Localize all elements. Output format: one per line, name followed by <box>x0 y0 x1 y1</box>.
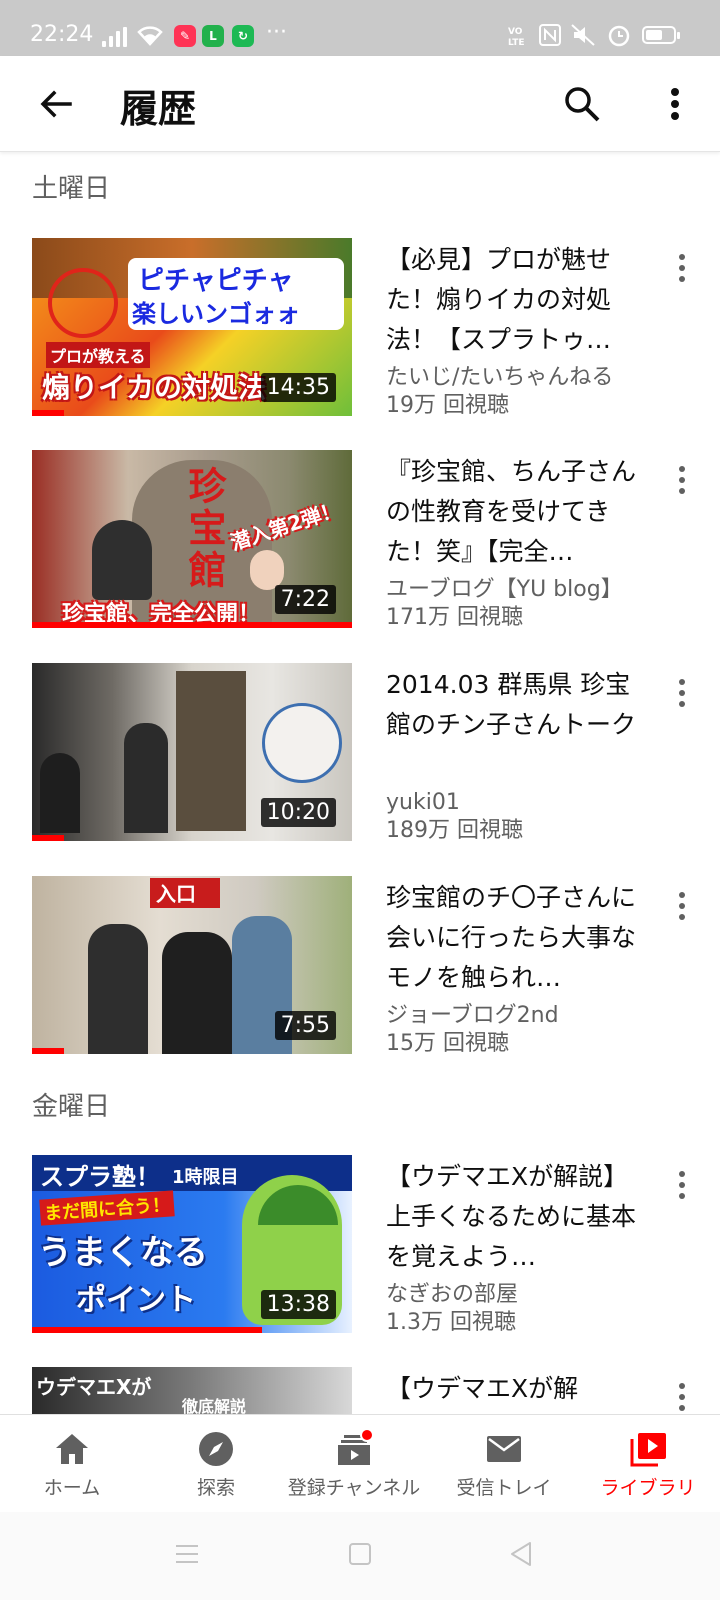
video-title[interactable]: 【ウデマエXが解 <box>386 1369 648 1409</box>
alarm-icon <box>608 25 630 47</box>
video-channel: ジョーブログ2nd <box>386 1003 559 1028</box>
video-duration: 7:55 <box>274 1011 336 1040</box>
video-title[interactable]: 【ウデマエXが解説】上手くなるために基本を覚えよう… <box>386 1157 648 1277</box>
video-title[interactable]: 2014.03 群馬県 珍宝館のチン子さんトーク <box>386 665 648 745</box>
system-navigation-bar <box>0 1512 720 1600</box>
thumb-caption: 徹底解説 <box>182 1397 247 1414</box>
video-views: 1.3万 回視聴 <box>386 1310 516 1335</box>
video-views: 15万 回視聴 <box>386 1031 509 1056</box>
section-header-friday: 金曜日 <box>32 1092 111 1122</box>
nav-label: ホーム <box>43 1477 101 1499</box>
thumb-caption: まだ間に合う！ <box>39 1190 175 1226</box>
explore-icon <box>199 1432 233 1466</box>
volte-icon: VO LTE <box>508 27 525 48</box>
video-views: 189万 回視聴 <box>386 818 523 843</box>
video-views: 171万 回視聴 <box>386 605 523 630</box>
thumb-caption: 1時限目 <box>172 1167 239 1188</box>
thumb-caption: 珍宝館 <box>182 466 226 592</box>
library-icon <box>630 1433 666 1467</box>
subscriptions-icon <box>338 1429 374 1465</box>
search-icon[interactable] <box>562 84 602 124</box>
wifi-icon <box>137 26 163 46</box>
recents-menu-icon[interactable] <box>174 1542 200 1566</box>
nav-label: 受信トレイ <box>456 1477 552 1499</box>
watch-progress-bar <box>32 1327 263 1333</box>
nfc-icon <box>539 24 561 46</box>
watch-progress-bar <box>32 835 64 841</box>
thumb-caption: うまくなる <box>38 1233 208 1273</box>
video-more-icon[interactable] <box>672 254 692 284</box>
svg-text:VO: VO <box>508 27 523 37</box>
video-channel: たいじ/たいちゃんねる <box>386 365 614 390</box>
app-notification-icon: ✎ <box>174 25 196 47</box>
sync-app-icon: ↻ <box>232 25 254 47</box>
thumb-caption: スプラ塾！ <box>40 1163 160 1191</box>
signal-icon <box>102 25 132 47</box>
inbox-icon <box>487 1436 521 1462</box>
video-thumbnail[interactable]: 珍宝館 潜入第2弾！ 珍宝館、完全公開！ 7:22 <box>32 450 352 628</box>
watch-progress-bar <box>32 622 352 628</box>
video-item[interactable]: スプラ塾！ 1時限目 まだ間に合う！ うまくなる ポイント 13:38 【ウデマ… <box>0 1155 720 1335</box>
section-header-saturday: 土曜日 <box>32 174 111 204</box>
nav-label: 登録チャンネル <box>287 1477 421 1499</box>
nav-library[interactable]: ライブラリ <box>576 1415 720 1513</box>
video-thumbnail[interactable]: ピチャピチャ 楽しいンゴォォ プロが教える 煽りイカの対処法 14:35 <box>32 238 352 416</box>
video-duration: 14:35 <box>260 373 336 402</box>
video-thumbnail[interactable]: スプラ塾！ 1時限目 まだ間に合う！ うまくなる ポイント 13:38 <box>32 1155 352 1333</box>
svg-text:LTE: LTE <box>508 38 525 48</box>
back-button-icon[interactable] <box>508 1540 534 1568</box>
video-more-icon[interactable] <box>672 679 692 709</box>
video-thumbnail[interactable]: 入口 7:55 <box>32 876 352 1054</box>
bottom-navigation: ホーム 探索 登録チャンネル 受信トレイ ライブラリ <box>0 1414 720 1512</box>
more-options-icon[interactable] <box>660 84 690 124</box>
app-header: 履歴 <box>0 56 720 152</box>
video-channel: ユーブログ【YU blog】 <box>386 577 623 602</box>
nav-inbox[interactable]: 受信トレイ <box>432 1415 576 1513</box>
line-icon: L <box>202 25 224 47</box>
video-item[interactable]: 10:20 2014.03 群馬県 珍宝館のチン子さんトーク yuki01 18… <box>0 663 720 843</box>
thumb-caption: ウデマエXが <box>36 1375 152 1399</box>
video-duration: 7:22 <box>274 585 336 614</box>
video-channel: yuki01 <box>386 790 460 815</box>
video-more-icon[interactable] <box>672 1171 692 1201</box>
mute-icon <box>571 24 595 46</box>
video-duration: 13:38 <box>260 1290 336 1319</box>
thumb-caption: プロが教える <box>46 342 150 368</box>
video-item[interactable]: 入口 7:55 珍宝館のチ〇子さんに会いに行ったら大事なモノを触られ… ジョーブ… <box>0 876 720 1056</box>
video-more-icon[interactable] <box>672 1383 692 1413</box>
video-duration: 10:20 <box>260 798 336 827</box>
home-button-icon[interactable] <box>348 1542 372 1566</box>
status-bar: 22:24 ✎ L ↻ ··· VO LTE <box>0 0 720 56</box>
video-title[interactable]: 珍宝館のチ〇子さんに会いに行ったら大事なモノを触られ… <box>386 878 648 998</box>
video-more-icon[interactable] <box>672 892 692 922</box>
thumb-caption: 煽りイカの対処法 <box>42 371 267 404</box>
nav-label: ライブラリ <box>600 1477 696 1499</box>
back-arrow-icon[interactable] <box>36 84 76 124</box>
nav-home[interactable]: ホーム <box>0 1415 144 1513</box>
video-title[interactable]: 『珍宝館、ちん子さんの性教育を受けてきた！笑』【完全… <box>386 452 648 572</box>
more-notifications-icon: ··· <box>266 20 287 45</box>
video-thumbnail[interactable]: ウデマエXが 徹底解説 <box>32 1367 352 1414</box>
home-icon <box>56 1434 88 1464</box>
nav-label: 探索 <box>196 1477 235 1499</box>
video-item[interactable]: 珍宝館 潜入第2弾！ 珍宝館、完全公開！ 7:22 『珍宝館、ちん子さんの性教育… <box>0 450 720 630</box>
video-title[interactable]: 【必見】プロが魅せた！煽りイカの対処法！【スプラトゥ… <box>386 240 648 360</box>
watch-progress-bar <box>32 410 64 416</box>
thumb-caption: ピチャピチャ <box>138 266 294 296</box>
nav-explore[interactable]: 探索 <box>144 1415 288 1513</box>
page-title: 履歴 <box>120 87 197 131</box>
watch-progress-bar <box>32 1048 64 1054</box>
status-time: 22:24 <box>30 22 94 47</box>
video-views: 19万 回視聴 <box>386 393 509 418</box>
battery-icon <box>642 26 680 44</box>
video-channel: なぎおの部屋 <box>386 1282 519 1307</box>
thumb-caption: 楽しいンゴォォ <box>132 300 300 328</box>
video-thumbnail[interactable]: 10:20 <box>32 663 352 841</box>
video-item[interactable]: ピチャピチャ 楽しいンゴォォ プロが教える 煽りイカの対処法 14:35 【必見… <box>0 238 720 418</box>
thumb-caption: 入口 <box>156 882 196 906</box>
video-item[interactable]: ウデマエXが 徹底解説 【ウデマエXが解 <box>0 1367 720 1414</box>
video-more-icon[interactable] <box>672 466 692 496</box>
nav-subscriptions[interactable]: 登録チャンネル <box>282 1415 426 1513</box>
thumb-caption: ポイント <box>76 1283 196 1318</box>
